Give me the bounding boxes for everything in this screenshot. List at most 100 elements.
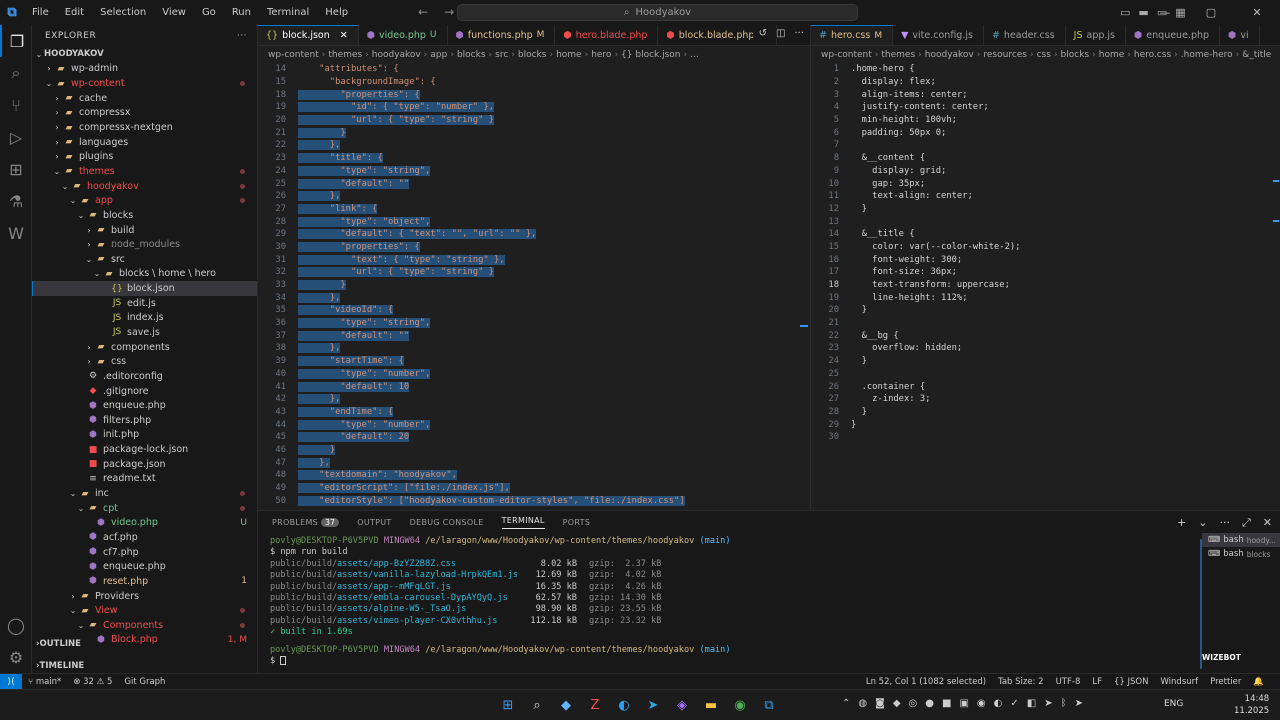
breadcrumb-item[interactable]: themes <box>881 50 915 60</box>
maximize-icon[interactable]: ▢ <box>1188 6 1234 19</box>
tree-file[interactable]: JS edit.js <box>32 296 257 311</box>
cursor-position[interactable]: Ln 52, Col 1 (1082 selected) <box>860 677 992 687</box>
filezilla-icon[interactable]: Z <box>585 695 605 715</box>
back-arrow-icon[interactable]: ← <box>418 5 428 19</box>
tab-vite-config[interactable]: ▼ vite.config.js <box>893 25 984 45</box>
tree-folder[interactable]: › ▰ build <box>32 223 257 238</box>
tree-file[interactable]: ◆ .gitignore <box>32 384 257 399</box>
tree-file[interactable]: ■ package-lock.json <box>32 442 257 457</box>
menu-edit[interactable]: Edit <box>57 0 92 25</box>
telegram-icon[interactable]: ➤ <box>643 695 663 715</box>
tree-folder[interactable]: ⌄ ▰ themes <box>32 164 257 179</box>
outline-section[interactable]: › OUTLINE <box>32 637 258 651</box>
windows-start-icon[interactable]: ⊞ <box>498 695 518 715</box>
timeline-history-icon[interactable]: ↺ <box>759 28 767 39</box>
file-explorer-icon[interactable]: ▬ <box>701 695 721 715</box>
app-icon[interactable]: ◈ <box>672 695 692 715</box>
tray-app-icon[interactable]: ■ <box>942 698 951 709</box>
remote-icon[interactable]: ⟩⟨ <box>0 673 22 690</box>
tree-folder[interactable]: ⌄ ▰ cpt <box>32 501 257 516</box>
more-actions-icon[interactable]: ··· <box>1219 516 1230 530</box>
tree-folder[interactable]: ⌄ ▰ app <box>32 193 257 208</box>
menu-terminal[interactable]: Terminal <box>259 0 317 25</box>
vscode-icon[interactable]: ⧉ <box>759 695 779 715</box>
tab-functions-php[interactable]: ⬢ functions.php M <box>448 25 556 45</box>
tree-file[interactable]: ⬢ enqueue.php <box>32 559 257 574</box>
tree-file[interactable]: ⬢ acf.php <box>32 530 257 545</box>
tab-hero-css[interactable]: # hero.css M <box>811 25 894 45</box>
testing-icon[interactable]: ⚗ <box>0 185 32 217</box>
tab-debug-console[interactable]: DEBUG CONSOLE <box>410 518 484 527</box>
prettier-status[interactable]: Prettier <box>1204 677 1247 687</box>
tab-problems[interactable]: PROBLEMS 37 <box>272 517 340 527</box>
tree-folder[interactable]: ⌄ ▰ wp-content <box>32 76 257 91</box>
breadcrumb-item[interactable]: {} block.json <box>621 50 680 60</box>
breadcrumb-item[interactable]: ... <box>690 50 699 60</box>
menu-help[interactable]: Help <box>317 0 356 25</box>
tray-app-icon[interactable]: ◐ <box>994 698 1003 709</box>
breadcrumb-item[interactable]: hero <box>591 50 611 60</box>
tree-file[interactable]: ≡ readme.txt <box>32 472 257 487</box>
new-terminal-icon[interactable]: + <box>1177 516 1186 530</box>
breadcrumb-item[interactable]: css <box>1037 50 1051 60</box>
tree-file[interactable]: ⬢ cf7.php <box>32 545 257 560</box>
close-icon[interactable]: ✕ <box>1234 6 1280 19</box>
breadcrumb-item[interactable]: hoodyakov <box>925 50 974 60</box>
timeline-section[interactable]: › TIMELINE <box>32 659 258 673</box>
toggle-primary-sidebar-icon[interactable]: ▭ <box>1120 6 1130 19</box>
tree-folder[interactable]: ⌄ ▰ hoodyakov <box>32 179 257 194</box>
tree-folder[interactable]: › ▰ cache <box>32 91 257 106</box>
breadcrumb-item[interactable]: resources <box>983 50 1027 60</box>
tree-file[interactable]: ⬢ reset.php 1 <box>32 574 257 589</box>
tab-video-php[interactable]: ⬢ video.php U <box>359 25 448 45</box>
tree-folder[interactable]: › ▰ compressx-nextgen <box>32 120 257 135</box>
split-editor-icon[interactable]: ◫ <box>776 28 785 39</box>
tray-app-icon[interactable]: ✓ <box>1010 698 1018 709</box>
menu-file[interactable]: File <box>24 0 57 25</box>
tree-folder[interactable]: › ▰ Providers <box>32 589 257 604</box>
input-language[interactable]: ENG <box>1164 699 1183 709</box>
chrome-icon[interactable]: ◉ <box>730 695 750 715</box>
clock[interactable]: 14:48 11.2025 <box>1234 693 1269 717</box>
breadcrumb-item[interactable]: wp-content <box>268 50 319 60</box>
tray-app-icon[interactable]: ➤ <box>1044 698 1052 709</box>
breadcrumb-item[interactable]: blocks <box>1061 50 1090 60</box>
menu-go[interactable]: Go <box>194 0 224 25</box>
tree-folder[interactable]: › ▰ plugins <box>32 149 257 164</box>
search-view-icon[interactable]: ⌕ <box>0 57 32 89</box>
tree-folder[interactable]: ⌄ ▰ src <box>32 252 257 267</box>
encoding[interactable]: UTF-8 <box>1050 677 1087 687</box>
discord-icon[interactable]: ◙ <box>875 698 885 709</box>
language-mode[interactable]: {} JSON <box>1108 677 1154 687</box>
edge-icon[interactable]: ◐ <box>614 695 634 715</box>
breadcrumb-item[interactable]: wp-content <box>821 50 872 60</box>
breadcrumb-item[interactable]: home <box>556 50 582 60</box>
search-icon[interactable]: ⌕ <box>527 695 547 715</box>
chevron-down-icon[interactable]: ⌄ <box>1198 516 1207 530</box>
terminal-output[interactable]: povly@DESKTOP-P6V5PVD MINGW64 /e/laragon… <box>270 536 1200 667</box>
breadcrumb-item[interactable]: blocks <box>518 50 547 60</box>
extensions-icon[interactable]: ⊞ <box>0 153 32 185</box>
close-icon[interactable]: ✕ <box>340 30 348 41</box>
tray-app-icon[interactable]: ● <box>925 698 934 709</box>
end-of-line[interactable]: LF <box>1086 677 1108 687</box>
menu-selection[interactable]: Selection <box>92 0 154 25</box>
breadcrumb-item[interactable]: themes <box>328 50 362 60</box>
app-icon[interactable]: ◆ <box>556 695 576 715</box>
problems-status[interactable]: ⊗ 32 ⚠ 5 <box>67 677 118 687</box>
tree-folder[interactable]: ⌄ ▰ blocks \ home \ hero <box>32 267 257 282</box>
explorer-icon[interactable]: ❐ <box>0 25 32 57</box>
tab-block-json[interactable]: {} block.json ✕ <box>258 25 359 45</box>
menu-run[interactable]: Run <box>224 0 259 25</box>
code-editor-right[interactable]: 1 .home-hero {2 display: flex; 3 align-ite… <box>811 63 1280 510</box>
code-editor-left[interactable]: 14 "attributes": {15 "backgroundImage": … <box>258 63 810 510</box>
more-actions-icon[interactable]: ··· <box>794 28 804 39</box>
tab-enqueue-php[interactable]: ⬢ enqueue.php <box>1126 25 1221 45</box>
tab-terminal[interactable]: TERMINAL <box>501 516 545 529</box>
run-debug-icon[interactable]: ▷ <box>0 121 32 153</box>
breadcrumb-item[interactable]: blocks <box>457 50 486 60</box>
breadcrumb-item[interactable]: app <box>430 50 447 60</box>
workspace-root[interactable]: ⌄ HOODYAKOV <box>32 47 257 62</box>
tree-file[interactable]: JS index.js <box>32 311 257 326</box>
breadcrumb-item[interactable]: &_title <box>1242 50 1271 60</box>
